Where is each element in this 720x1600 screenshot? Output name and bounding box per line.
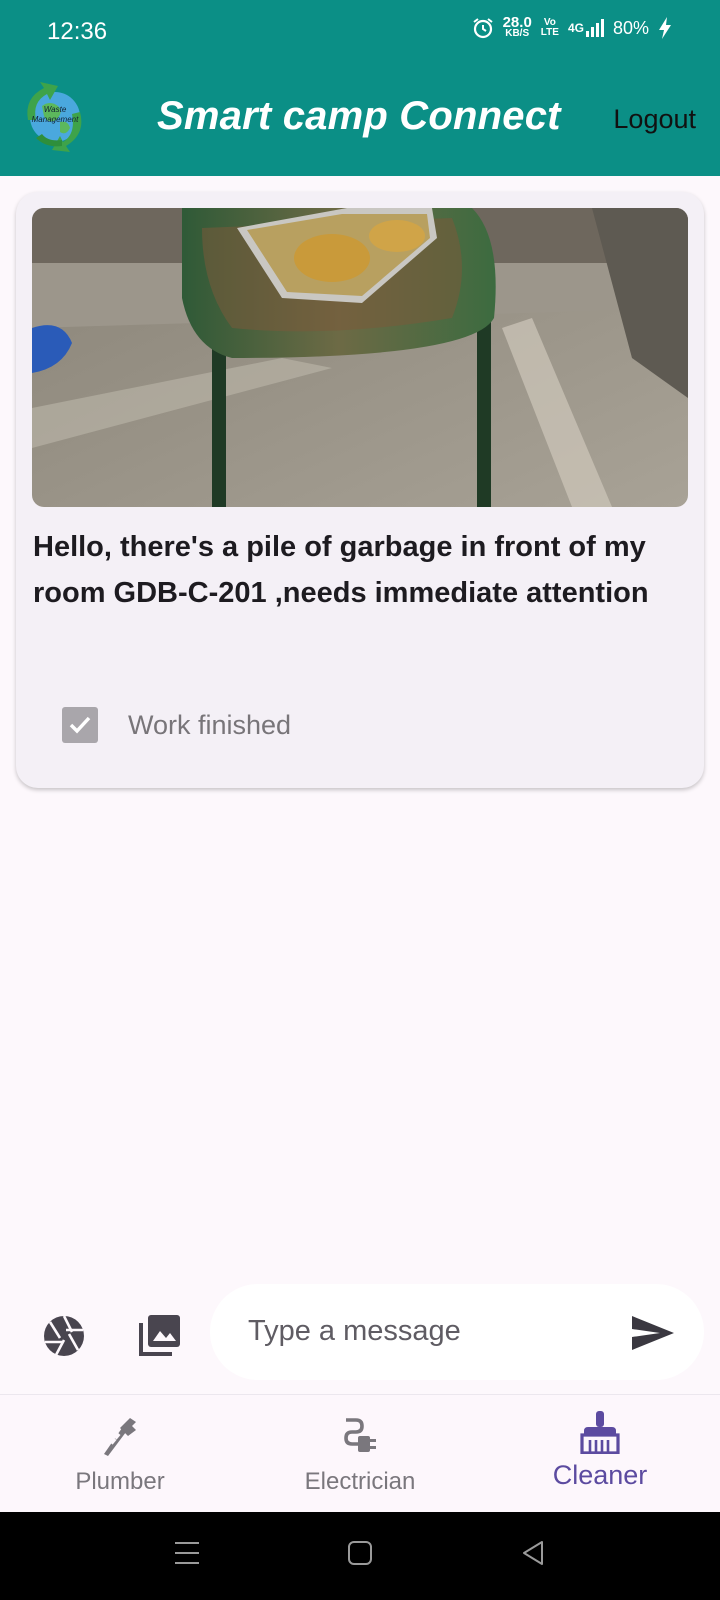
work-finished-row[interactable]: Work finished: [62, 707, 291, 743]
volte-indicator: Vo LTE: [540, 17, 559, 38]
camera-shutter-icon[interactable]: [42, 1314, 86, 1358]
nav-item-plumber[interactable]: Plumber: [0, 1395, 240, 1513]
complaint-message: Hello, there's a pile of garbage in fron…: [33, 531, 649, 609]
photo-library-icon[interactable]: [138, 1313, 182, 1357]
app-logo: Waste Management: [27, 82, 82, 152]
check-icon: [69, 716, 91, 734]
send-icon[interactable]: [630, 1310, 676, 1356]
app-bar: Waste Management Smart camp Connect Logo…: [0, 62, 720, 176]
alarm-icon: [472, 18, 493, 39]
menu-icon[interactable]: [174, 1540, 200, 1566]
app-title: Smart camp Connect: [157, 94, 561, 138]
message-composer: [0, 1282, 720, 1382]
work-finished-label: Work finished: [128, 709, 292, 740]
nav-item-electrician[interactable]: Electrician: [240, 1395, 480, 1513]
status-time: 12:36: [47, 18, 108, 45]
system-navigation-bar: [0, 1512, 720, 1600]
status-bar: 12:36 28.0 KB/S Vo LTE 4G 80%: [0, 0, 720, 62]
network-type: 4G: [567, 21, 584, 35]
complaint-photo[interactable]: [32, 208, 688, 507]
svg-text:Waste: Waste: [44, 105, 67, 114]
bottom-navigation: Plumber Electrician Cleaner: [0, 1394, 720, 1512]
complaint-card: Hello, there's a pile of garbage in fron…: [16, 192, 704, 788]
charging-icon: [659, 17, 671, 39]
message-input[interactable]: [248, 1306, 578, 1356]
nav-label-cleaner: Cleaner: [552, 1460, 648, 1490]
logout-button[interactable]: Logout: [613, 104, 696, 135]
back-icon[interactable]: [520, 1540, 546, 1566]
network-speed: 28.0 KB/S: [502, 14, 532, 39]
svg-text:Management: Management: [32, 115, 79, 124]
home-icon[interactable]: [347, 1540, 373, 1566]
broom-icon: [580, 1411, 620, 1454]
nav-label-electrician: Electrician: [304, 1468, 416, 1495]
nav-label-plumber: Plumber: [75, 1468, 165, 1495]
signal-icon: [585, 19, 604, 37]
message-field[interactable]: [210, 1284, 704, 1380]
work-finished-checkbox[interactable]: [62, 707, 98, 743]
battery-level: 80%: [612, 17, 649, 38]
nav-item-cleaner[interactable]: Cleaner: [480, 1395, 720, 1513]
electrical-plug-icon: [344, 1418, 376, 1452]
plumbing-icon: [104, 1418, 136, 1456]
